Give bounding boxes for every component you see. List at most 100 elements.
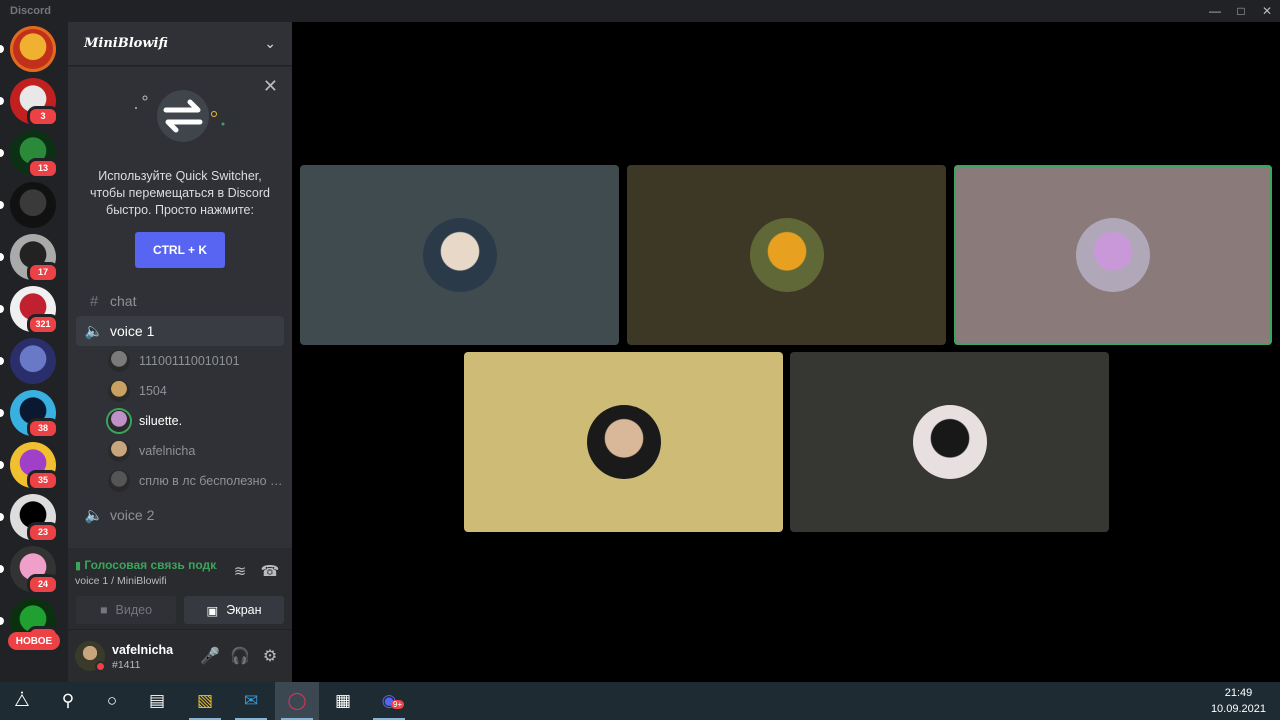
cortana-icon[interactable]: ○ [90,682,134,720]
microphone-icon[interactable]: 🎤 [198,644,222,668]
server-avatar [10,26,56,72]
voice-user-name: siluette. [139,414,183,428]
voice-user-list: 111001110010101 1504 siluette. vafelnicha сп… [68,346,292,496]
unread-indicator [0,357,4,365]
server-icon-11[interactable]: 24 [0,546,59,595]
noise-suppression-icon[interactable]: ≋ [229,560,251,582]
avatar [108,350,130,372]
channel-name: voice 1 [110,323,155,339]
voice-user[interactable]: 111001110010101 [68,346,292,376]
mention-badge: 38 [27,418,59,439]
close-icon[interactable]: ✕ [263,76,278,97]
hashtag-icon: # [89,292,99,310]
new-servers-badge[interactable]: НОВОЕ [8,632,60,650]
unread-indicator [0,565,4,573]
username: vafelnicha [112,643,174,657]
channel-voice-2[interactable]: 🔈 voice 2 [76,500,284,530]
file-explorer-icon[interactable]: ▧ [183,682,227,720]
video-button[interactable]: ■ Видео [76,596,176,624]
voice-user-name: сплю в лс бесполезно п... [139,474,285,488]
participant-avatar [749,218,824,292]
avatar [108,380,130,402]
windows-start-icon[interactable]: ⧊ [0,682,44,720]
discord-taskbar-badge: 9+ [391,700,405,709]
search-icon[interactable]: ⚲ [46,682,90,720]
store-icon[interactable]: ▦ [321,682,365,720]
server-name: MiniBlowifi [84,36,168,51]
signal-icon: ▮ [75,560,82,572]
system-clock[interactable]: 21:49 10.09.2021 [1211,685,1266,717]
channel-chat[interactable]: # chat [76,286,284,316]
headphones-icon[interactable]: 🎧 [228,644,252,668]
avatar [108,470,130,492]
windows-taskbar: ⧊ ⚲ ○ ▤ ▧ ✉ ◯ ▦ ◉ 9+ 21:49 10.09.2021 [0,682,1280,720]
server-icon-9[interactable]: 35 [0,442,59,491]
participant-avatar [912,405,987,479]
gear-icon[interactable]: ⚙ [258,644,282,668]
unread-indicator [0,513,4,521]
unread-indicator [0,97,4,105]
participant-tile[interactable] [627,165,946,345]
server-icon-2[interactable]: 3 [0,78,59,127]
quick-switcher-arrows-icon [135,90,225,142]
opera-icon[interactable]: ◯ [275,682,319,720]
voice-user-name: vafelnicha [139,444,196,458]
server-icon-4[interactable] [0,182,56,228]
mention-badge: 23 [27,522,59,543]
participant-tile[interactable] [790,352,1109,532]
participant-avatar [1076,218,1150,292]
close-icon[interactable]: ✕ [1252,0,1280,22]
server-icon-6[interactable]: 321 [0,286,59,335]
task-view-icon[interactable]: ▤ [135,682,179,720]
unread-indicator [0,201,4,209]
channel-voice-1[interactable]: 🔈 voice 1 [76,316,284,346]
camera-icon: ■ [99,603,108,617]
voice-user[interactable]: 1504 [68,376,292,406]
voice-status[interactable]: ▮ Голосовая связь подключена [75,558,217,572]
server-icon-7[interactable] [0,338,56,384]
server-avatar [10,182,56,228]
mention-badge: 13 [27,158,59,179]
server-rail: 313173213835232451 [0,22,68,682]
speaker-icon: 🔈 [84,507,104,524]
app-title: Discord [10,5,51,17]
server-icon-1[interactable] [0,26,56,72]
discord-taskbar-icon[interactable]: ◉ 9+ [367,682,411,720]
channel-sidebar: MiniBlowifi ⌄ ✕ Используйте Quick Switch… [68,22,292,682]
disconnect-call-icon[interactable]: ☎ [259,560,281,582]
voice-channel-path[interactable]: voice 1 / MiniBlowifi [75,575,167,587]
unread-indicator [0,617,4,625]
status-dnd-icon [95,661,106,672]
clock-date: 10.09.2021 [1210,703,1266,715]
voice-connection-panel: ▮ Голосовая связь подключена voice 1 / M… [68,548,292,630]
server-icon-3[interactable]: 13 [0,130,59,179]
quick-switcher-tip: ✕ Используйте Quick Switcher, чтобы пере… [68,66,292,286]
quick-switcher-shortcut-button[interactable]: CTRL + K [135,232,225,268]
mail-icon[interactable]: ✉ [229,682,273,720]
mention-badge: 35 [27,470,59,491]
participant-tile[interactable] [464,352,783,532]
screen-share-button[interactable]: ▣ Экран [184,596,284,624]
participant-tile[interactable] [954,165,1272,345]
server-icon-8[interactable]: 38 [0,390,59,439]
chevron-down-icon: ⌄ [264,35,276,51]
clock-time: 21:49 [1224,687,1253,699]
user-tag: #1411 [112,659,141,671]
voice-user-name: 111001110010101 [139,354,240,368]
window-titlebar: Discord — □ ✕ [0,0,1280,22]
unread-indicator [0,305,4,313]
unread-indicator [0,149,4,157]
channel-name: voice 2 [110,507,155,523]
server-icon-10[interactable]: 23 [0,494,59,543]
unread-indicator [0,409,4,417]
mention-badge: 3 [27,106,59,127]
server-header[interactable]: MiniBlowifi ⌄ [68,22,292,66]
speaker-icon: 🔈 [84,323,104,340]
voice-user[interactable]: сплю в лс бесполезно п... [68,466,292,496]
mention-badge: 321 [27,314,59,335]
voice-user[interactable]: vafelnicha [68,436,292,466]
participant-tile[interactable] [300,165,619,345]
server-icon-5[interactable]: 17 [0,234,59,283]
voice-user[interactable]: siluette. [68,406,292,436]
unread-indicator [0,45,4,53]
